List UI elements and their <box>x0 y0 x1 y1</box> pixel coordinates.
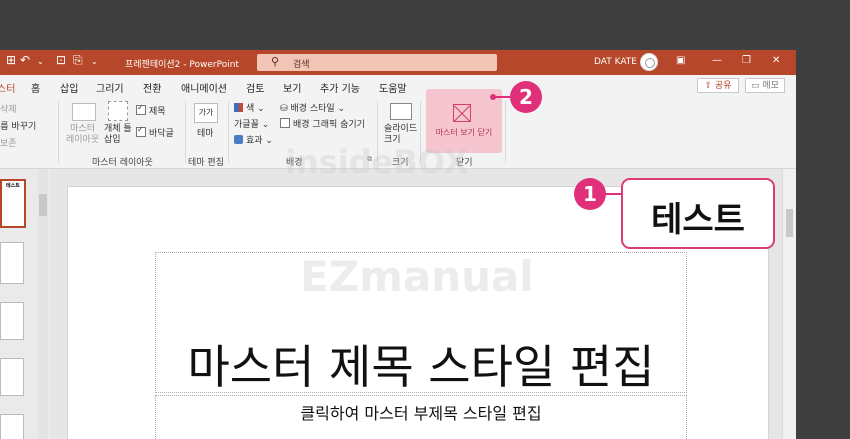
connector-dot-2 <box>490 94 496 100</box>
callout-box: 테스트 <box>621 178 775 249</box>
callout-text: 테스트 <box>651 200 745 240</box>
step-badge-1: 1 <box>574 178 606 210</box>
step-badge-2: 2 <box>510 81 542 113</box>
